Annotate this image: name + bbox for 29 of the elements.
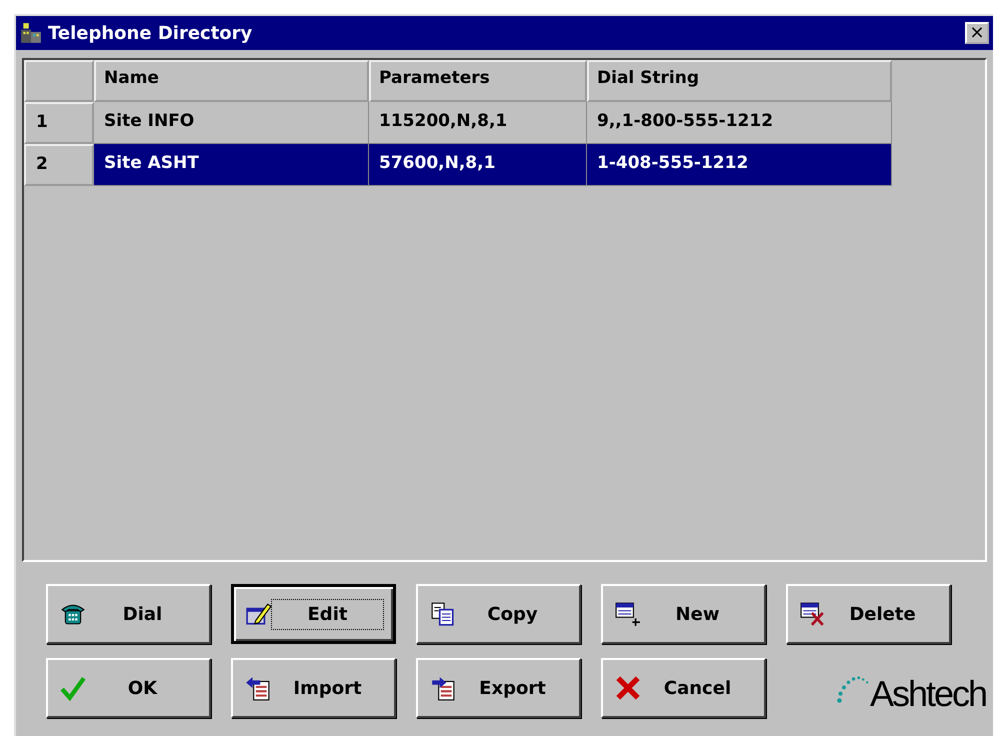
action-button[interactable]: Copy bbox=[416, 584, 581, 644]
action-button[interactable]: Import bbox=[231, 658, 396, 718]
checkmark-icon bbox=[60, 675, 86, 701]
edit-icon bbox=[246, 601, 272, 627]
close-button[interactable]: × bbox=[965, 22, 989, 44]
delete-record-icon bbox=[800, 601, 826, 627]
action-button[interactable]: Export bbox=[416, 658, 581, 718]
action-button[interactable]: Dial bbox=[46, 584, 211, 644]
table-cell[interactable]: Site ASHT bbox=[94, 144, 369, 186]
row-header[interactable]: 1 bbox=[24, 102, 94, 144]
export-icon bbox=[430, 675, 456, 701]
column-header[interactable]: Parameters bbox=[369, 60, 587, 102]
column-header[interactable]: Name bbox=[94, 60, 369, 102]
add-record-icon bbox=[615, 601, 641, 627]
column-header[interactable]: Dial String bbox=[587, 60, 892, 102]
action-button[interactable]: New bbox=[601, 584, 766, 644]
window-title: Telephone Directory bbox=[48, 22, 254, 44]
action-button[interactable]: OK bbox=[46, 658, 211, 718]
app-icon bbox=[20, 22, 42, 44]
import-icon bbox=[245, 675, 271, 701]
logo-text: Ashtech bbox=[870, 673, 986, 715]
row-header[interactable]: 2 bbox=[24, 144, 94, 186]
copy-icon bbox=[430, 601, 456, 627]
action-button[interactable]: Edit bbox=[231, 584, 396, 644]
action-button[interactable]: Cancel bbox=[601, 658, 766, 718]
table-cell[interactable]: 1-408-555-1212 bbox=[587, 144, 892, 186]
action-button[interactable]: Delete bbox=[786, 584, 951, 644]
table-cell[interactable]: 57600,N,8,1 bbox=[369, 144, 587, 186]
cancel-icon bbox=[615, 675, 641, 701]
